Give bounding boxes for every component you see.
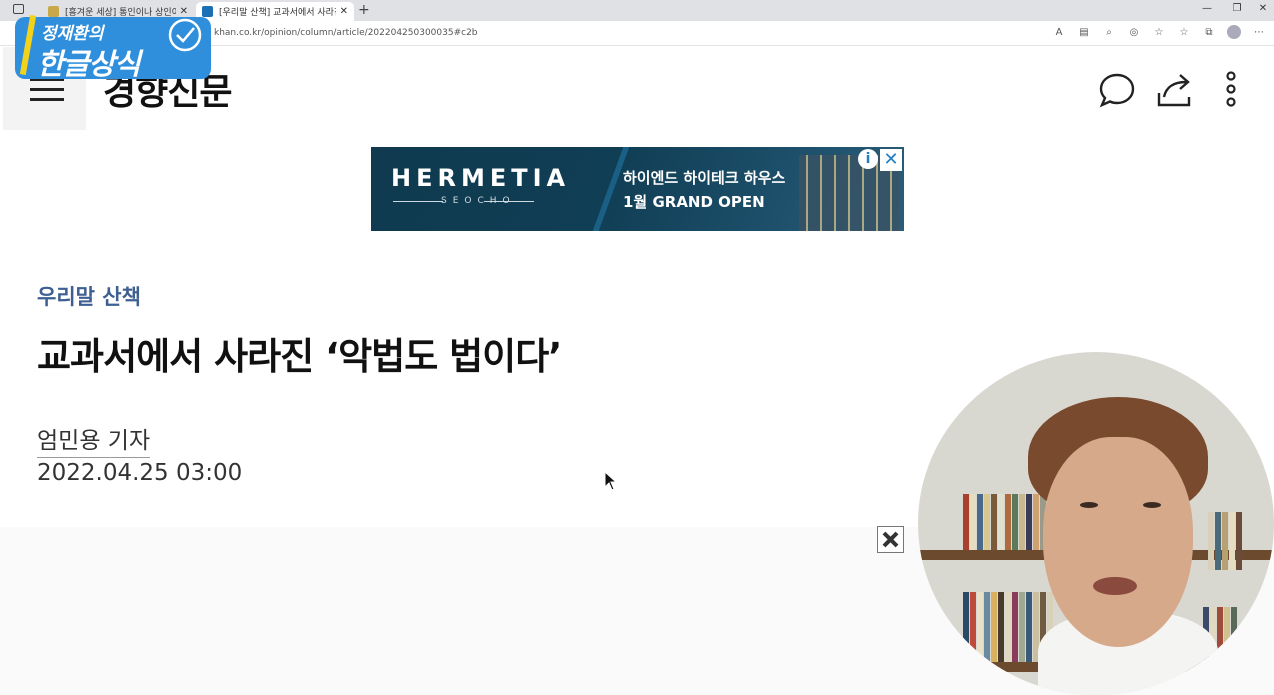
minimize-icon[interactable]: — <box>1197 3 1217 14</box>
more-vertical-icon[interactable] <box>1222 71 1240 109</box>
url-field[interactable]: khan.co.kr/opinion/column/article/202204… <box>214 28 478 38</box>
restore-icon[interactable]: ❐ <box>1227 3 1247 14</box>
zoom-icon[interactable]: ⌕ <box>1102 25 1116 39</box>
hamburger-line <box>30 98 64 101</box>
person-eye <box>1080 502 1098 508</box>
ad-info-icon[interactable]: i <box>858 149 878 169</box>
article-author[interactable]: 엄민용 기자 <box>37 421 151 458</box>
favorite-add-icon[interactable]: ☆ <box>1152 25 1166 39</box>
ad-subline: 1월 GRAND OPEN <box>623 193 765 211</box>
ad-brand: HERMETIA <box>391 164 571 192</box>
ad-rule <box>393 201 443 202</box>
hamburger-line <box>30 88 64 91</box>
ad-close-icon[interactable]: ✕ <box>880 149 902 171</box>
plus-icon[interactable]: + <box>358 2 370 18</box>
ad-headline: 하이엔드 하이테크 하우스 <box>623 169 786 187</box>
favorites-icon[interactable]: ☆ <box>1177 25 1191 39</box>
profile-icon[interactable] <box>1227 25 1241 39</box>
close-icon[interactable]: ✕ <box>1253 3 1273 14</box>
immersive-reader-icon[interactable]: ▤ <box>1077 25 1091 39</box>
comment-icon[interactable] <box>1098 71 1136 109</box>
person-face <box>1043 437 1193 647</box>
bookshelf-books <box>1208 512 1242 570</box>
tracking-icon[interactable]: ◎ <box>1127 25 1141 39</box>
channel-logo-line2: 한글상식 <box>37 47 141 81</box>
toolbar-icons: A ▤ ⌕ ◎ ☆ ☆ ⧉ ⋯ <box>1052 25 1266 39</box>
person-mouth <box>1093 577 1137 595</box>
mouse-cursor-icon <box>604 471 618 491</box>
person-eye <box>1143 502 1161 508</box>
close-icon[interactable] <box>877 526 904 553</box>
tab-close-icon[interactable]: ✕ <box>340 6 348 17</box>
collections-icon[interactable]: ⧉ <box>1202 25 1216 39</box>
screen: [흥겨운 세상] 통인이나 상인이나 ✕ [우리말 산책] 교과서에서 사라진 … <box>0 0 1274 695</box>
bookshelf-books <box>963 494 1046 552</box>
article-headline: 교과서에서 사라진 ‘악법도 법이다’ <box>37 335 562 378</box>
article-category[interactable]: 우리말 산책 <box>37 281 141 311</box>
share-icon[interactable] <box>1156 71 1194 109</box>
read-aloud-icon[interactable]: A <box>1052 25 1066 39</box>
channel-logo-overlay: 정재환의 한글상식 <box>11 11 219 83</box>
ad-banner[interactable]: HERMETIA SEOCHO 하이엔드 하이테크 하우스 1월 GRAND O… <box>371 147 904 231</box>
tab-2[interactable]: [우리말 산책] 교과서에서 사라진 ✕ <box>196 2 354 21</box>
tab-title: [우리말 산책] 교과서에서 사라진 <box>219 8 336 18</box>
ad-rule <box>484 201 534 202</box>
more-icon[interactable]: ⋯ <box>1252 25 1266 39</box>
article-date: 2022.04.25 03:00 <box>37 460 243 486</box>
webcam-video <box>918 352 1274 695</box>
